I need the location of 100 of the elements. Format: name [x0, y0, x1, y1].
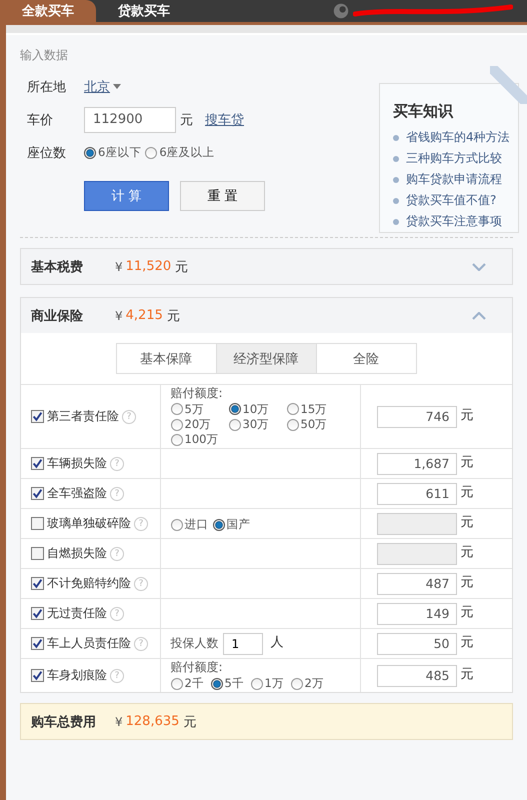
unit-label: 元 [460, 576, 474, 592]
unit-label: 元 [460, 668, 474, 684]
amount-text: 11,520 [126, 259, 172, 274]
calculate-button[interactable]: 计 算 [84, 181, 169, 211]
article-link[interactable]: 贷款买车值不值? [406, 192, 496, 209]
radio-label: 进口 [184, 518, 208, 532]
radio-button[interactable] [145, 146, 158, 158]
location-dropdown[interactable]: 北京 [84, 78, 121, 96]
section-title: 基本税费 [31, 258, 84, 276]
unit-label: 元 [460, 456, 474, 472]
radio-button[interactable] [286, 403, 298, 416]
checkbox[interactable] [31, 607, 44, 620]
radio-label: 5万 [184, 402, 204, 416]
radio-button[interactable] [170, 403, 182, 416]
article-link[interactable]: 购车贷款申请流程 [406, 171, 502, 188]
premium-field[interactable]: 50 [376, 632, 456, 655]
unit-label: 元 [460, 409, 474, 424]
radio-label: 10万 [242, 402, 270, 416]
section-label: 输入数据 [20, 47, 68, 64]
radio-button[interactable] [228, 403, 240, 416]
premium-field[interactable]: 487 [376, 572, 456, 595]
radio-label: 国产 [226, 518, 250, 532]
checkbox[interactable] [31, 577, 44, 590]
unit-label: 元 [180, 112, 193, 128]
checkbox[interactable] [31, 669, 44, 682]
radio-label: 5千 [224, 677, 244, 690]
radio-button[interactable] [286, 418, 298, 431]
radio-label: 6座及以上 [159, 145, 215, 160]
premium-field[interactable]: 485 [376, 664, 456, 687]
insurance-name: 无过责任险 [47, 607, 107, 621]
tape-drawing [490, 66, 527, 104]
article-link[interactable]: 省钱购车的4种方法 [406, 129, 510, 146]
radio-button[interactable] [170, 518, 182, 531]
field-label: 车价 [27, 112, 54, 128]
radio-button[interactable] [210, 678, 222, 690]
total-label: 购车总费用 [31, 714, 97, 731]
radio-button[interactable] [250, 678, 262, 690]
checkbox[interactable] [31, 487, 44, 500]
logo-icon [333, 3, 349, 19]
insurance-name: 车上人员责任险 [47, 637, 131, 651]
checkbox[interactable] [31, 457, 44, 470]
radio-label: 15万 [300, 402, 328, 416]
reset-button[interactable]: 重 置 [180, 181, 265, 211]
radio-button[interactable] [212, 518, 224, 531]
insurance-name: 全车强盗险 [47, 487, 107, 501]
insurance-name: 车辆损失险 [47, 457, 107, 471]
plan-tab[interactable]: 基本保障 [116, 343, 216, 374]
radio-button[interactable] [84, 146, 96, 158]
unit-label: 元 [460, 516, 474, 532]
radio-button[interactable] [170, 434, 182, 446]
chevron-up-icon [472, 312, 486, 320]
unit-label: 元 [460, 606, 474, 622]
unit-label: 人 [270, 636, 284, 652]
insurance-name: 自燃损失险 [47, 547, 107, 561]
premium-field[interactable]: 1,687 [376, 452, 456, 475]
loan-link[interactable]: 搜车贷 [205, 110, 244, 128]
unit-label: 元 [166, 308, 180, 324]
radio-label: 30万 [242, 418, 270, 432]
bullet-icon [393, 176, 399, 182]
checkbox[interactable] [31, 517, 44, 530]
radio-button[interactable] [170, 678, 182, 690]
insurance-name: 不计免赔特约险 [47, 577, 131, 591]
radio-button[interactable] [228, 418, 240, 431]
chevron-down-icon [472, 262, 486, 270]
checkbox[interactable] [31, 410, 44, 424]
article-link[interactable]: 贷款买车注意事项 [406, 213, 502, 230]
plan-tab[interactable]: 全险 [316, 343, 416, 374]
radio-button[interactable] [170, 418, 182, 431]
checkbox[interactable] [31, 637, 44, 650]
bullet-icon [393, 198, 399, 204]
radio-label: 100万 [184, 433, 218, 446]
field-label: 所在地 [27, 78, 67, 96]
option-label: 投保人数 [170, 637, 218, 651]
radio-label: 50万 [300, 418, 328, 432]
price-field[interactable]: 112900 [84, 106, 176, 132]
radio-label: 2万 [304, 677, 324, 690]
field-label: 座位数 [27, 144, 67, 162]
option-label: 赔付额度: [170, 387, 223, 401]
count-field[interactable]: 1 [222, 632, 262, 655]
unit-label: 元 [460, 636, 474, 652]
premium-field[interactable]: 149 [376, 602, 456, 625]
section-title: 商业保险 [31, 308, 84, 324]
article-link[interactable]: 三种购车方式比较 [406, 150, 502, 167]
amount-text: 128,635 [126, 714, 180, 730]
currency-sign: ¥ [115, 714, 123, 729]
checkbox[interactable] [31, 547, 44, 560]
insurance-name: 车身划痕险 [47, 669, 107, 683]
radio-button[interactable] [290, 678, 302, 690]
section-header[interactable]: 商业保险 ¥ 4,215 元 [20, 297, 513, 334]
tab[interactable]: 全款买车 [0, 0, 96, 22]
premium-field[interactable]: 746 [376, 406, 456, 428]
insurance-name: 玻璃单独破碎险 [47, 517, 131, 531]
bullet-icon [393, 218, 399, 224]
premium-field[interactable]: 611 [376, 482, 456, 505]
radio-label: 6座以下 [98, 145, 142, 160]
section-header[interactable]: 基本税费 ¥ 11,520 元 [20, 248, 513, 285]
tab[interactable]: 贷款买车 [96, 0, 192, 22]
currency-sign: ¥ [115, 260, 123, 274]
card-title: 买车知识 [393, 102, 453, 121]
plan-tab[interactable]: 经济型保障 [216, 343, 316, 374]
